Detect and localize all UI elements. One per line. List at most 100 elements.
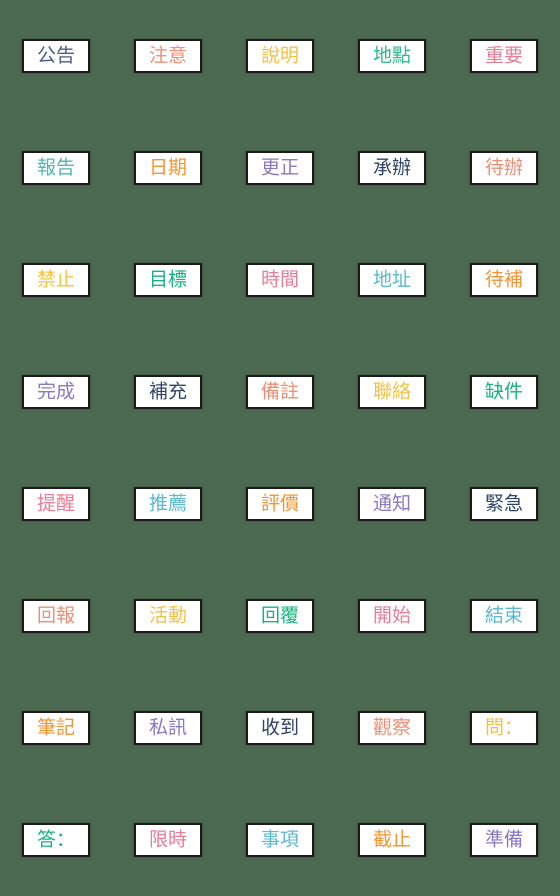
sticker-cell: 報告	[0, 112, 112, 224]
sticker-觀察[interactable]: 觀察	[358, 711, 426, 745]
sticker-cell: 問：	[448, 672, 560, 784]
sticker-事項[interactable]: 事項	[246, 823, 314, 857]
sticker-cell: 私訊	[112, 672, 224, 784]
sticker-推薦[interactable]: 推薦	[134, 487, 202, 521]
sticker-筆記[interactable]: 筆記	[22, 711, 90, 745]
sticker-cell: 地址	[336, 224, 448, 336]
sticker-cell: 更正	[224, 112, 336, 224]
sticker-開始[interactable]: 開始	[358, 599, 426, 633]
sticker-label: 回報	[36, 604, 75, 626]
sticker-label: 收到	[260, 716, 299, 738]
sticker-補充[interactable]: 補充	[134, 375, 202, 409]
sticker-label: 開始	[372, 604, 411, 626]
sticker-私訊[interactable]: 私訊	[134, 711, 202, 745]
sticker-label: 活動	[148, 604, 187, 626]
sticker-label: 私訊	[148, 716, 187, 738]
sticker-cell: 緊急	[448, 448, 560, 560]
sticker-禁止[interactable]: 禁止	[22, 263, 90, 297]
sticker-cell: 備註	[224, 336, 336, 448]
sticker-地點[interactable]: 地點	[358, 39, 426, 73]
sticker-完成[interactable]: 完成	[22, 375, 90, 409]
sticker-cell: 限時	[112, 784, 224, 896]
sticker-label: 更正	[260, 156, 299, 178]
sticker-label: 待辦	[484, 156, 523, 178]
sticker-cell: 說明	[224, 0, 336, 112]
sticker-label: 通知	[372, 492, 411, 514]
sticker-label: 筆記	[36, 716, 75, 738]
sticker-cell: 完成	[0, 336, 112, 448]
sticker-通知[interactable]: 通知	[358, 487, 426, 521]
sticker-label: 地址	[372, 268, 411, 290]
sticker-cell: 答：	[0, 784, 112, 896]
sticker-結束[interactable]: 結束	[470, 599, 538, 633]
sticker-cell: 開始	[336, 560, 448, 672]
sticker-cell: 公告	[0, 0, 112, 112]
sticker-label: 限時	[148, 828, 187, 850]
sticker-label: 地點	[372, 44, 411, 66]
sticker-cell: 地點	[336, 0, 448, 112]
sticker-label: 提醒	[36, 492, 75, 514]
sticker-label: 問：	[484, 716, 523, 738]
sticker-cell: 推薦	[112, 448, 224, 560]
sticker-待辦[interactable]: 待辦	[470, 151, 538, 185]
sticker-cell: 回報	[0, 560, 112, 672]
sticker-備註[interactable]: 備註	[246, 375, 314, 409]
sticker-缺件[interactable]: 缺件	[470, 375, 538, 409]
sticker-說明[interactable]: 說明	[246, 39, 314, 73]
sticker-label: 待補	[484, 268, 523, 290]
sticker-承辦[interactable]: 承辦	[358, 151, 426, 185]
sticker-label: 補充	[148, 380, 187, 402]
sticker-緊急[interactable]: 緊急	[470, 487, 538, 521]
sticker-label: 完成	[36, 380, 75, 402]
sticker-問：[interactable]: 問：	[470, 711, 538, 745]
sticker-準備[interactable]: 準備	[470, 823, 538, 857]
sticker-label: 聯絡	[372, 380, 411, 402]
sticker-報告[interactable]: 報告	[22, 151, 90, 185]
sticker-評價[interactable]: 評價	[246, 487, 314, 521]
sticker-提醒[interactable]: 提醒	[22, 487, 90, 521]
sticker-cell: 目標	[112, 224, 224, 336]
sticker-cell: 評價	[224, 448, 336, 560]
sticker-日期[interactable]: 日期	[134, 151, 202, 185]
sticker-限時[interactable]: 限時	[134, 823, 202, 857]
sticker-目標[interactable]: 目標	[134, 263, 202, 297]
sticker-答：[interactable]: 答：	[22, 823, 90, 857]
sticker-cell: 時間	[224, 224, 336, 336]
sticker-截止[interactable]: 截止	[358, 823, 426, 857]
sticker-回覆[interactable]: 回覆	[246, 599, 314, 633]
sticker-cell: 回覆	[224, 560, 336, 672]
sticker-cell: 承辦	[336, 112, 448, 224]
sticker-收到[interactable]: 收到	[246, 711, 314, 745]
sticker-label: 公告	[36, 44, 75, 66]
sticker-label: 回覆	[260, 604, 299, 626]
sticker-cell: 活動	[112, 560, 224, 672]
sticker-cell: 待辦	[448, 112, 560, 224]
sticker-label: 事項	[260, 828, 299, 850]
sticker-label: 說明	[260, 44, 299, 66]
sticker-cell: 提醒	[0, 448, 112, 560]
sticker-label: 注意	[148, 44, 187, 66]
sticker-cell: 收到	[224, 672, 336, 784]
sticker-待補[interactable]: 待補	[470, 263, 538, 297]
sticker-cell: 補充	[112, 336, 224, 448]
sticker-重要[interactable]: 重要	[470, 39, 538, 73]
sticker-label: 結束	[484, 604, 523, 626]
sticker-cell: 筆記	[0, 672, 112, 784]
sticker-注意[interactable]: 注意	[134, 39, 202, 73]
sticker-更正[interactable]: 更正	[246, 151, 314, 185]
sticker-時間[interactable]: 時間	[246, 263, 314, 297]
sticker-cell: 事項	[224, 784, 336, 896]
sticker-label: 推薦	[148, 492, 187, 514]
sticker-cell: 截止	[336, 784, 448, 896]
sticker-回報[interactable]: 回報	[22, 599, 90, 633]
sticker-cell: 缺件	[448, 336, 560, 448]
sticker-cell: 重要	[448, 0, 560, 112]
sticker-地址[interactable]: 地址	[358, 263, 426, 297]
sticker-公告[interactable]: 公告	[22, 39, 90, 73]
sticker-聯絡[interactable]: 聯絡	[358, 375, 426, 409]
sticker-cell: 禁止	[0, 224, 112, 336]
sticker-label: 承辦	[372, 156, 411, 178]
sticker-label: 準備	[484, 828, 523, 850]
sticker-label: 評價	[260, 492, 299, 514]
sticker-活動[interactable]: 活動	[134, 599, 202, 633]
